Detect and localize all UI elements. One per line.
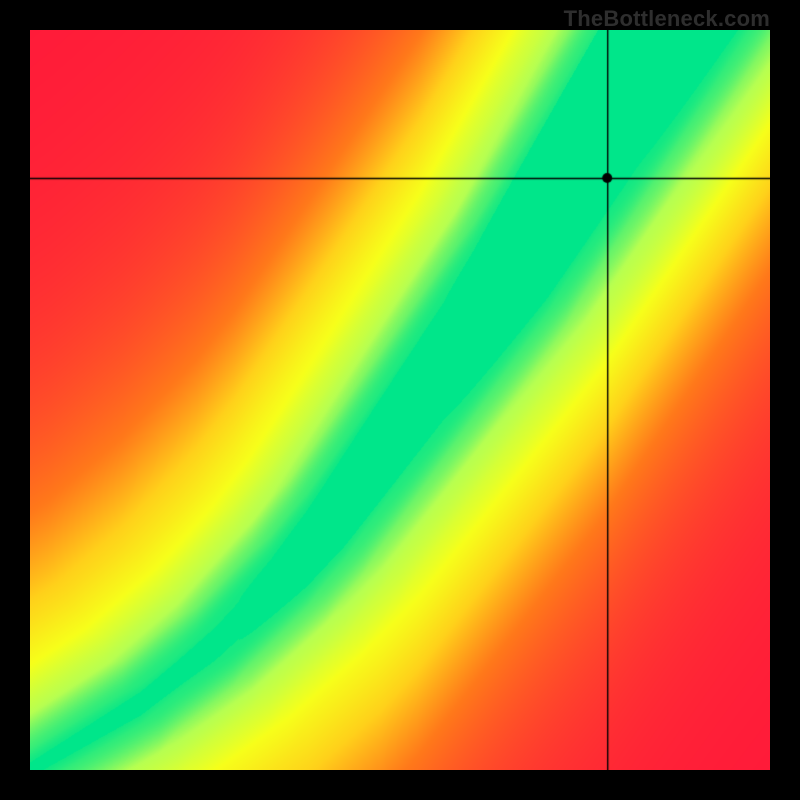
chart-root: { "watermark": "TheBottleneck.com", "col… [0,0,800,800]
heatmap-plot [30,30,770,770]
heatmap-canvas [30,30,770,770]
watermark-text: TheBottleneck.com [564,6,770,32]
